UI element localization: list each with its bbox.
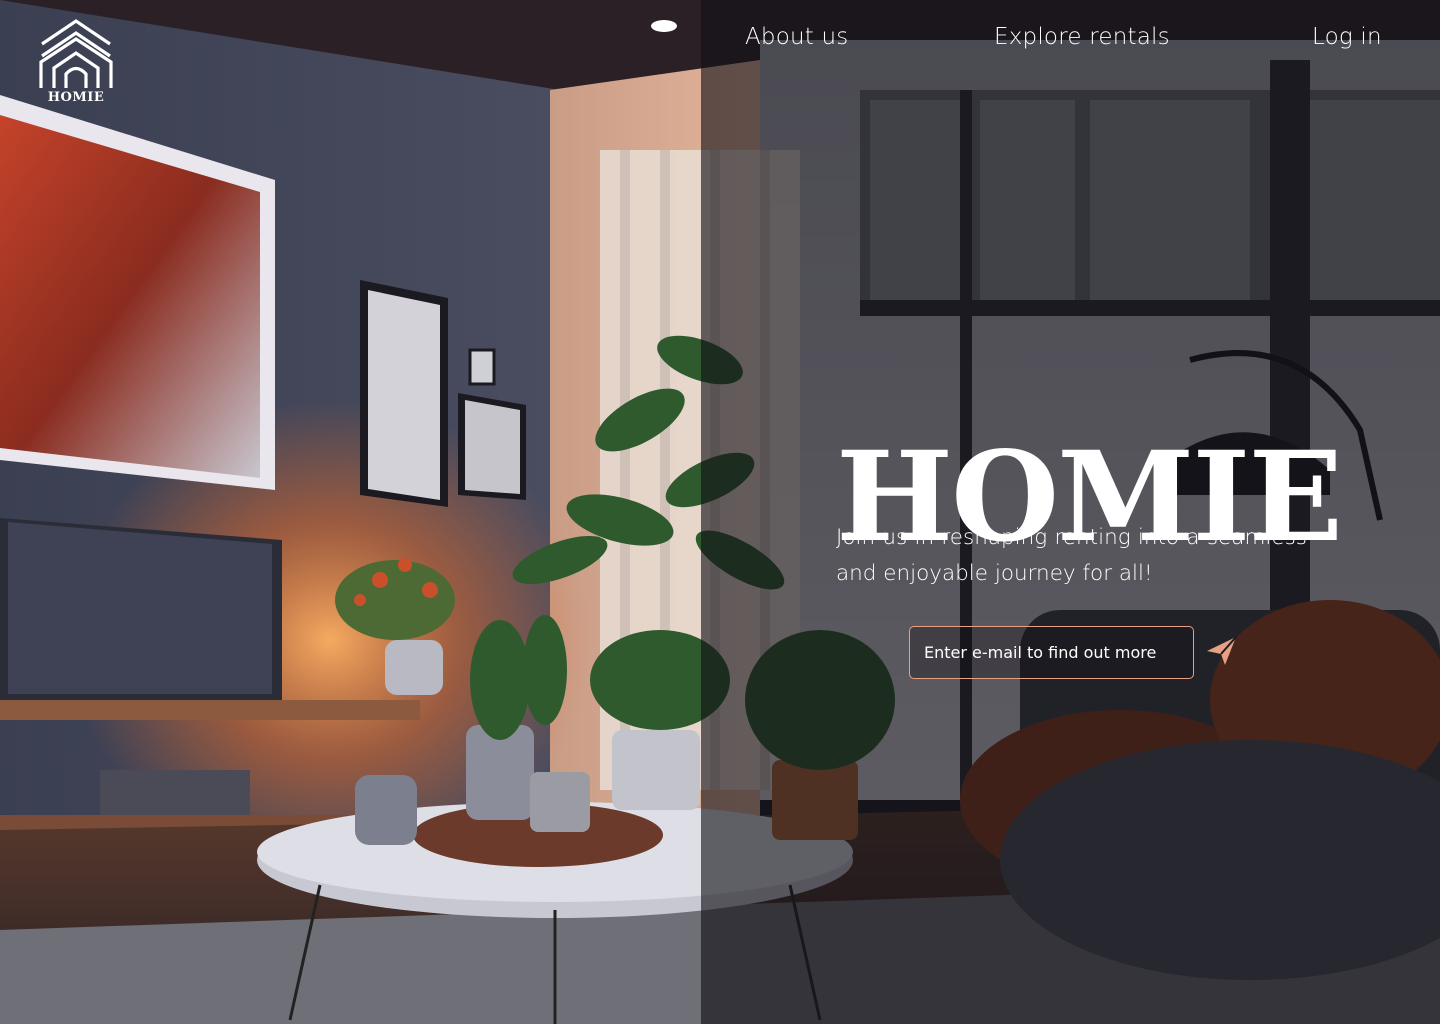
- nav-explore-rentals[interactable]: Explore rentals: [994, 24, 1170, 50]
- nav-log-in[interactable]: Log in: [1312, 24, 1382, 50]
- nav-about-us[interactable]: About us: [745, 24, 848, 50]
- email-input[interactable]: [909, 626, 1194, 679]
- landing-page: HOMIE About us Explore rentals Log in HO…: [0, 0, 1440, 1024]
- homie-logo[interactable]: HOMIE: [38, 18, 114, 110]
- house-icon: [39, 19, 113, 88]
- paper-plane-icon: [1207, 636, 1237, 665]
- logo-wordmark: HOMIE: [47, 90, 105, 105]
- send-button[interactable]: [1203, 632, 1241, 670]
- hero-tagline: Join us in reshaping renting into a seam…: [836, 524, 1307, 586]
